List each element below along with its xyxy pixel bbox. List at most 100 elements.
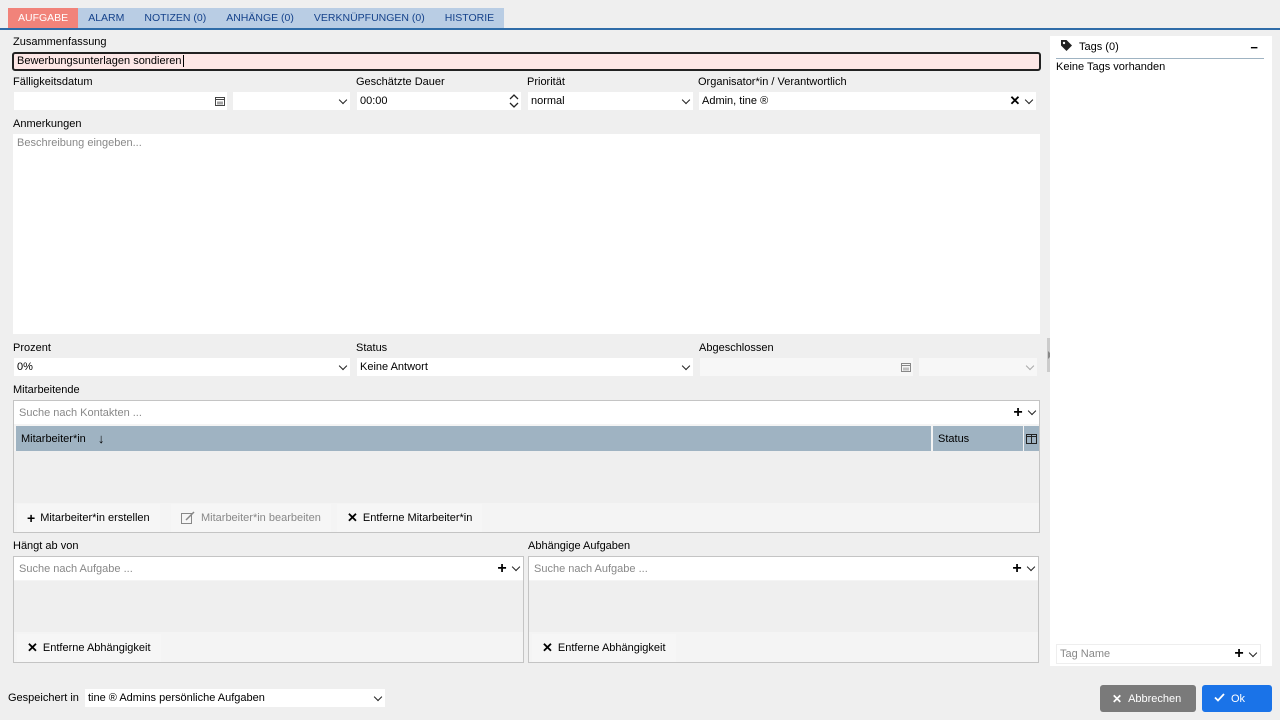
column-header-attendee-label: Mitarbeiter*in: [21, 432, 86, 445]
chevron-down-icon[interactable]: [1022, 95, 1036, 104]
add-icon[interactable]: +: [1010, 560, 1024, 576]
tag-icon: [1060, 39, 1073, 55]
summary-value: Bewerbungsunterlagen sondieren: [17, 55, 182, 67]
collapse-icon[interactable]: −: [1250, 40, 1258, 55]
tab-alarm[interactable]: ALARM: [78, 8, 135, 29]
depends-on-label: Hängt ab von: [13, 540, 79, 552]
chevron-down-icon[interactable]: [509, 562, 523, 572]
percent-select[interactable]: 0%: [13, 357, 351, 377]
columns-toggle-icon[interactable]: [1024, 426, 1039, 451]
priority-label: Priorität: [527, 76, 565, 88]
chevron-down-icon[interactable]: [1024, 562, 1038, 572]
chevron-down-icon[interactable]: [679, 95, 693, 104]
duration-label: Geschätzte Dauer: [356, 76, 445, 88]
spinner-icon[interactable]: [507, 94, 521, 108]
chevron-down-icon[interactable]: [1023, 361, 1037, 370]
chevron-down-icon[interactable]: [679, 361, 693, 370]
remove-dependent-button[interactable]: ✕ Entferne Abhängigkeit: [532, 634, 676, 662]
priority-select[interactable]: normal: [527, 91, 694, 111]
dependent-tasks-grid-body: [529, 581, 1038, 632]
close-icon: ✕: [542, 640, 553, 655]
attendees-grid-body: [14, 451, 1039, 503]
due-date-label: Fälligkeitsdatum: [13, 76, 93, 88]
add-icon[interactable]: +: [1011, 404, 1025, 420]
calendar-icon[interactable]: [899, 362, 913, 372]
tags-sidebar: Tags (0) − Keine Tags vorhanden Tag Name…: [1050, 36, 1272, 666]
organizer-value: Admin, tine ®: [702, 95, 769, 107]
depends-on-grid-body: [14, 581, 523, 632]
depends-on-search-input[interactable]: Suche nach Aufgabe ... +: [14, 557, 523, 580]
check-icon: [1214, 692, 1225, 705]
tab-verknuepfungen[interactable]: VERKNÜPFUNGEN (0): [303, 8, 435, 29]
dependent-tasks-panel: Suche nach Aufgabe ... + ✕ Entferne Abhä…: [528, 556, 1039, 663]
sort-desc-icon: ↓: [97, 431, 105, 446]
notes-label: Anmerkungen: [13, 118, 82, 130]
saved-in-value: tine ® Admins persönliche Aufgaben: [88, 692, 265, 704]
status-select[interactable]: Keine Antwort: [356, 357, 694, 377]
organizer-label: Organisator*in / Verantwortlich: [698, 76, 847, 88]
chevron-down-icon[interactable]: [371, 692, 385, 701]
add-icon[interactable]: +: [495, 560, 509, 576]
close-icon: ✕: [347, 510, 358, 525]
add-icon[interactable]: +: [1232, 646, 1246, 662]
cancel-button[interactable]: ✕ Abbrechen: [1100, 685, 1196, 712]
saved-in-select[interactable]: tine ® Admins persönliche Aufgaben: [84, 688, 386, 708]
tab-aufgabe[interactable]: AUFGABE: [8, 8, 79, 29]
tab-historie[interactable]: HISTORIE: [434, 8, 505, 29]
column-header-status[interactable]: Status: [933, 426, 1023, 451]
due-date-input[interactable]: [13, 91, 228, 111]
remove-depends-on-label: Entferne Abhängigkeit: [42, 642, 151, 654]
add-icon: +: [27, 510, 36, 526]
tab-anhaenge[interactable]: ANHÄNGE (0): [216, 8, 304, 29]
calendar-icon[interactable]: [213, 96, 227, 106]
due-time-select[interactable]: [232, 91, 351, 111]
column-header-status-label: Status: [938, 432, 970, 445]
notes-textarea[interactable]: Beschreibung eingeben...: [13, 134, 1040, 334]
remove-depends-on-button[interactable]: ✕ Entferne Abhängigkeit: [17, 634, 161, 662]
tags-empty-text: Keine Tags vorhanden: [1056, 61, 1166, 73]
duration-value: 00:00: [360, 95, 388, 107]
summary-label: Zusammenfassung: [13, 36, 107, 48]
priority-value: normal: [531, 95, 565, 107]
close-icon: ✕: [27, 640, 38, 655]
dependent-tasks-label: Abhängige Aufgaben: [528, 540, 631, 552]
attendees-label: Mitarbeitende: [13, 384, 80, 396]
remove-attendee-button[interactable]: ✕ Entferne Mitarbeiter*in: [337, 504, 483, 532]
tags-title: Tags (0): [1079, 41, 1119, 53]
chevron-down-icon[interactable]: [336, 361, 350, 370]
create-attendee-label: Mitarbeiter*in erstellen: [40, 512, 150, 524]
chevron-down-icon[interactable]: [336, 95, 350, 104]
tags-header: Tags (0) −: [1056, 36, 1264, 59]
clear-icon[interactable]: ✕: [1008, 93, 1022, 109]
completed-date-input[interactable]: [699, 357, 914, 377]
edit-attendee-button[interactable]: Mitarbeiter*in bearbeiten: [171, 504, 331, 532]
duration-spinner[interactable]: 00:00: [356, 91, 522, 111]
organizer-combobox[interactable]: Admin, tine ® ✕: [698, 91, 1037, 111]
tab-bar: AUFGABE ALARM NOTIZEN (0) ANHÄNGE (0) VE…: [8, 8, 505, 29]
column-header-attendee[interactable]: Mitarbeiter*in ↓: [16, 426, 931, 451]
cancel-button-label: Abbrechen: [1128, 692, 1182, 705]
tab-notizen[interactable]: NOTIZEN (0): [134, 8, 217, 29]
attendees-search-input[interactable]: Suche nach Kontakten ... +: [14, 401, 1039, 424]
tab-underline: [0, 28, 1280, 30]
completed-time-select[interactable]: [918, 357, 1038, 377]
chevron-down-icon[interactable]: [1025, 406, 1039, 416]
tag-name-input[interactable]: Tag Name +: [1056, 644, 1261, 664]
dependent-tasks-search-input[interactable]: Suche nach Aufgabe ... +: [529, 557, 1038, 580]
chevron-down-icon[interactable]: [1246, 648, 1260, 657]
attendees-panel: Suche nach Kontakten ... + Mitarbeiter*i…: [13, 400, 1040, 533]
remove-attendee-label: Entferne Mitarbeiter*in: [362, 512, 473, 524]
status-value: Keine Antwort: [360, 361, 428, 373]
percent-value: 0%: [17, 361, 33, 373]
summary-input[interactable]: Bewerbungsunterlagen sondieren: [12, 52, 1041, 71]
completed-label: Abgeschlossen: [699, 342, 774, 354]
ok-button[interactable]: Ok: [1202, 685, 1272, 712]
edit-icon: [181, 510, 196, 526]
percent-label: Prozent: [13, 342, 51, 354]
ok-button-label: Ok: [1231, 692, 1246, 705]
edit-attendee-label: Mitarbeiter*in bearbeiten: [201, 512, 321, 524]
create-attendee-button[interactable]: + Mitarbeiter*in erstellen: [17, 504, 160, 532]
remove-dependent-label: Entferne Abhängigkeit: [557, 642, 666, 654]
depends-on-panel: Suche nach Aufgabe ... + ✕ Entferne Abhä…: [13, 556, 524, 663]
status-label: Status: [356, 342, 388, 354]
